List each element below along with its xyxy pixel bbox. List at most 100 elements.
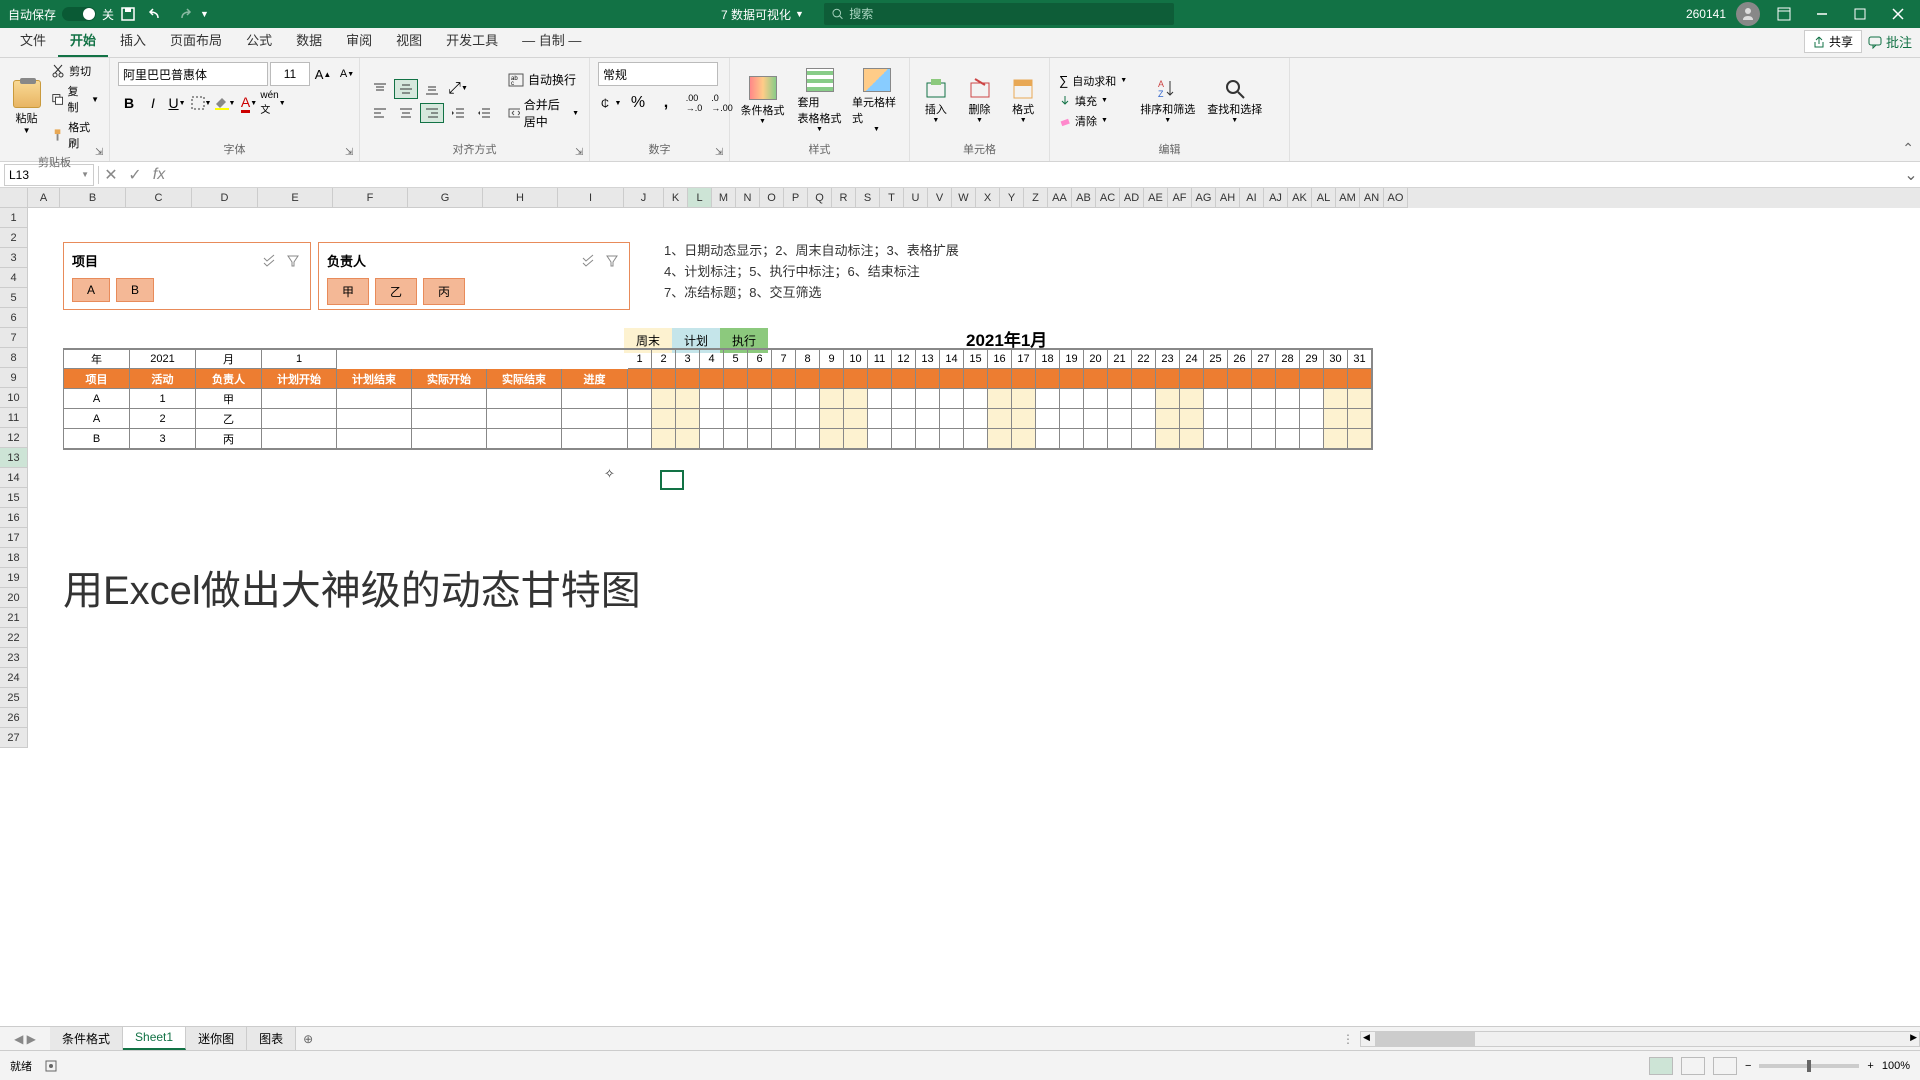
gantt-data-cell[interactable]: 2	[130, 409, 196, 429]
clear-filter-icon[interactable]	[284, 252, 302, 270]
gantt-day-header[interactable]: 13	[916, 350, 940, 369]
gantt-day-cell[interactable]	[1060, 389, 1084, 409]
col-header[interactable]: AB	[1072, 188, 1096, 208]
gantt-day-cell[interactable]	[1180, 429, 1204, 449]
gantt-day-cell[interactable]	[1012, 389, 1036, 409]
gantt-day-cell[interactable]	[628, 429, 652, 449]
gantt-day-cell[interactable]	[1108, 429, 1132, 449]
row-header[interactable]: 2	[0, 228, 28, 248]
col-header[interactable]: M	[712, 188, 736, 208]
gantt-data-cell[interactable]	[412, 429, 487, 449]
slicer-item[interactable]: 甲	[327, 278, 369, 305]
gantt-day-cell[interactable]	[676, 429, 700, 449]
formula-input[interactable]	[171, 168, 1882, 182]
share-button[interactable]: 共享	[1804, 30, 1862, 53]
number-format-input[interactable]	[598, 62, 718, 86]
fill-color-button[interactable]: ▼	[214, 92, 236, 114]
gantt-day-header[interactable]: 24	[1180, 350, 1204, 369]
fill-button[interactable]: 填充▼	[1058, 92, 1128, 110]
gantt-day-cell[interactable]	[772, 429, 796, 449]
delete-cells-button[interactable]: 删除▼	[962, 77, 998, 124]
gantt-day-header[interactable]: 9	[820, 350, 844, 369]
expand-formula-icon[interactable]: ⌄	[1902, 165, 1920, 185]
col-header[interactable]: AG	[1192, 188, 1216, 208]
orientation-button[interactable]: ⤢▼	[446, 79, 470, 99]
col-header[interactable]: A	[28, 188, 60, 208]
sort-filter-button[interactable]: AZ排序和筛选▼	[1140, 77, 1195, 124]
row-header[interactable]: 13	[0, 448, 28, 468]
gantt-day-cell[interactable]	[820, 429, 844, 449]
gantt-day-cell[interactable]	[1036, 389, 1060, 409]
col-header[interactable]: H	[483, 188, 558, 208]
gantt-day-cell[interactable]	[892, 389, 916, 409]
gantt-data-cell[interactable]	[412, 389, 487, 409]
clipboard-launcher-icon[interactable]: ⇲	[95, 147, 107, 159]
row-header[interactable]: 10	[0, 388, 28, 408]
slicer-project[interactable]: 项目 AB	[63, 242, 311, 310]
col-header[interactable]: T	[880, 188, 904, 208]
gantt-day-cell[interactable]	[796, 429, 820, 449]
gantt-day-cell[interactable]	[1348, 409, 1372, 429]
col-header[interactable]: S	[856, 188, 880, 208]
gantt-day-header[interactable]: 28	[1276, 350, 1300, 369]
gantt-day-cell[interactable]	[940, 409, 964, 429]
search-box[interactable]	[824, 3, 1174, 25]
horizontal-scrollbar[interactable]: ◀ ▶	[1360, 1031, 1920, 1047]
ribbon-display-icon[interactable]	[1770, 4, 1798, 24]
fx-icon[interactable]: fx	[147, 164, 171, 186]
gantt-day-header[interactable]: 29	[1300, 350, 1324, 369]
gantt-day-cell[interactable]	[676, 409, 700, 429]
cancel-formula-icon[interactable]: ✕	[99, 164, 123, 186]
gantt-day-cell[interactable]	[652, 429, 676, 449]
gantt-day-header[interactable]: 1	[628, 350, 652, 369]
gantt-day-cell[interactable]	[820, 409, 844, 429]
col-header[interactable]: O	[760, 188, 784, 208]
align-center-button[interactable]	[394, 103, 418, 123]
row-header[interactable]: 25	[0, 688, 28, 708]
gantt-day-cell[interactable]	[1228, 409, 1252, 429]
ribbon-tab-3[interactable]: 页面布局	[158, 24, 234, 57]
gantt-day-cell[interactable]	[1228, 429, 1252, 449]
gantt-data-cell[interactable]: A	[64, 409, 130, 429]
gantt-day-header[interactable]: 10	[844, 350, 868, 369]
gantt-day-cell[interactable]	[1324, 389, 1348, 409]
col-header[interactable]: AC	[1096, 188, 1120, 208]
italic-button[interactable]: I	[142, 92, 164, 114]
gantt-day-header[interactable]: 22	[1132, 350, 1156, 369]
col-header[interactable]: AA	[1048, 188, 1072, 208]
gantt-day-cell[interactable]	[1156, 389, 1180, 409]
col-header[interactable]: AI	[1240, 188, 1264, 208]
row-header[interactable]: 8	[0, 348, 28, 368]
gantt-day-cell[interactable]	[844, 409, 868, 429]
gantt-day-cell[interactable]	[964, 409, 988, 429]
row-header[interactable]: 15	[0, 488, 28, 508]
sheet-tab[interactable]: 条件格式	[50, 1027, 123, 1050]
col-header[interactable]: R	[832, 188, 856, 208]
gantt-day-cell[interactable]	[796, 389, 820, 409]
gantt-day-cell[interactable]	[676, 389, 700, 409]
autosum-button[interactable]: ∑自动求和▼	[1058, 72, 1128, 90]
increase-decimal-button[interactable]: .00→.0	[682, 92, 706, 114]
gantt-day-header[interactable]: 31	[1348, 350, 1372, 369]
sheet-nav[interactable]: ◀ ▶	[0, 1032, 50, 1046]
gantt-day-cell[interactable]	[772, 389, 796, 409]
gantt-day-cell[interactable]	[1204, 429, 1228, 449]
row-header[interactable]: 22	[0, 628, 28, 648]
col-header[interactable]: X	[976, 188, 1000, 208]
col-header[interactable]: V	[928, 188, 952, 208]
col-header[interactable]: K	[664, 188, 688, 208]
table-format-button[interactable]: 套用 表格格式▼	[795, 68, 844, 133]
decrease-indent-button[interactable]	[446, 103, 470, 123]
gantt-data-cell[interactable]	[562, 429, 628, 449]
col-header[interactable]: G	[408, 188, 483, 208]
col-header[interactable]: I	[558, 188, 624, 208]
ribbon-tab-1[interactable]: 开始	[58, 24, 108, 57]
gantt-day-cell[interactable]	[1156, 429, 1180, 449]
grid-area[interactable]: ABCDEFGHIJKLMNOPQRSTUVWXYZAAABACADAEAFAG…	[0, 188, 1920, 908]
gantt-column-header[interactable]: 实际结束	[487, 369, 562, 389]
ribbon-tab-5[interactable]: 数据	[284, 24, 334, 57]
col-header[interactable]: AK	[1288, 188, 1312, 208]
row-header[interactable]: 18	[0, 548, 28, 568]
gantt-day-cell[interactable]	[700, 409, 724, 429]
gantt-day-cell[interactable]	[1132, 409, 1156, 429]
